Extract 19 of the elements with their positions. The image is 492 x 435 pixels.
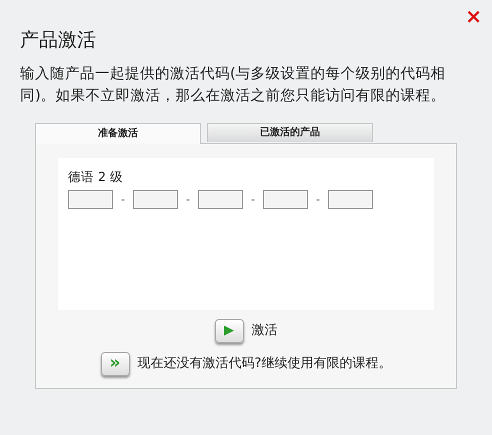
activate-label: 激活 <box>252 322 278 340</box>
close-button[interactable]: × <box>465 6 482 26</box>
code-input-field[interactable] <box>328 190 373 210</box>
code-input-field[interactable] <box>132 190 178 210</box>
code-input-field[interactable] <box>198 190 243 210</box>
separator-text: - <box>121 192 125 208</box>
separator-text: - <box>316 192 320 208</box>
separator-text: - <box>250 192 255 208</box>
dialog-title: 产品激活 <box>20 28 97 53</box>
tab[interactable]: 已激活的产品 <box>207 122 373 142</box>
description-text: 输入随产品一起提供的激活代码(与多级设置的每个级别的代码相同)。如果不立即激活，那么在激活之前您只能访问有限的课程。 <box>20 64 447 106</box>
continue-button[interactable]: » <box>100 352 130 376</box>
separator-text: - <box>186 192 190 208</box>
tab[interactable]: 准备激活 <box>35 122 201 144</box>
code-input-field[interactable] <box>68 190 113 210</box>
code-input-field[interactable] <box>262 190 308 210</box>
continue-label: 现在还没有激活代码?继续使用有限的课程。 <box>138 354 392 373</box>
product-name: 德语 2 级 <box>68 168 124 186</box>
play-button[interactable]: ▶ <box>214 318 244 342</box>
